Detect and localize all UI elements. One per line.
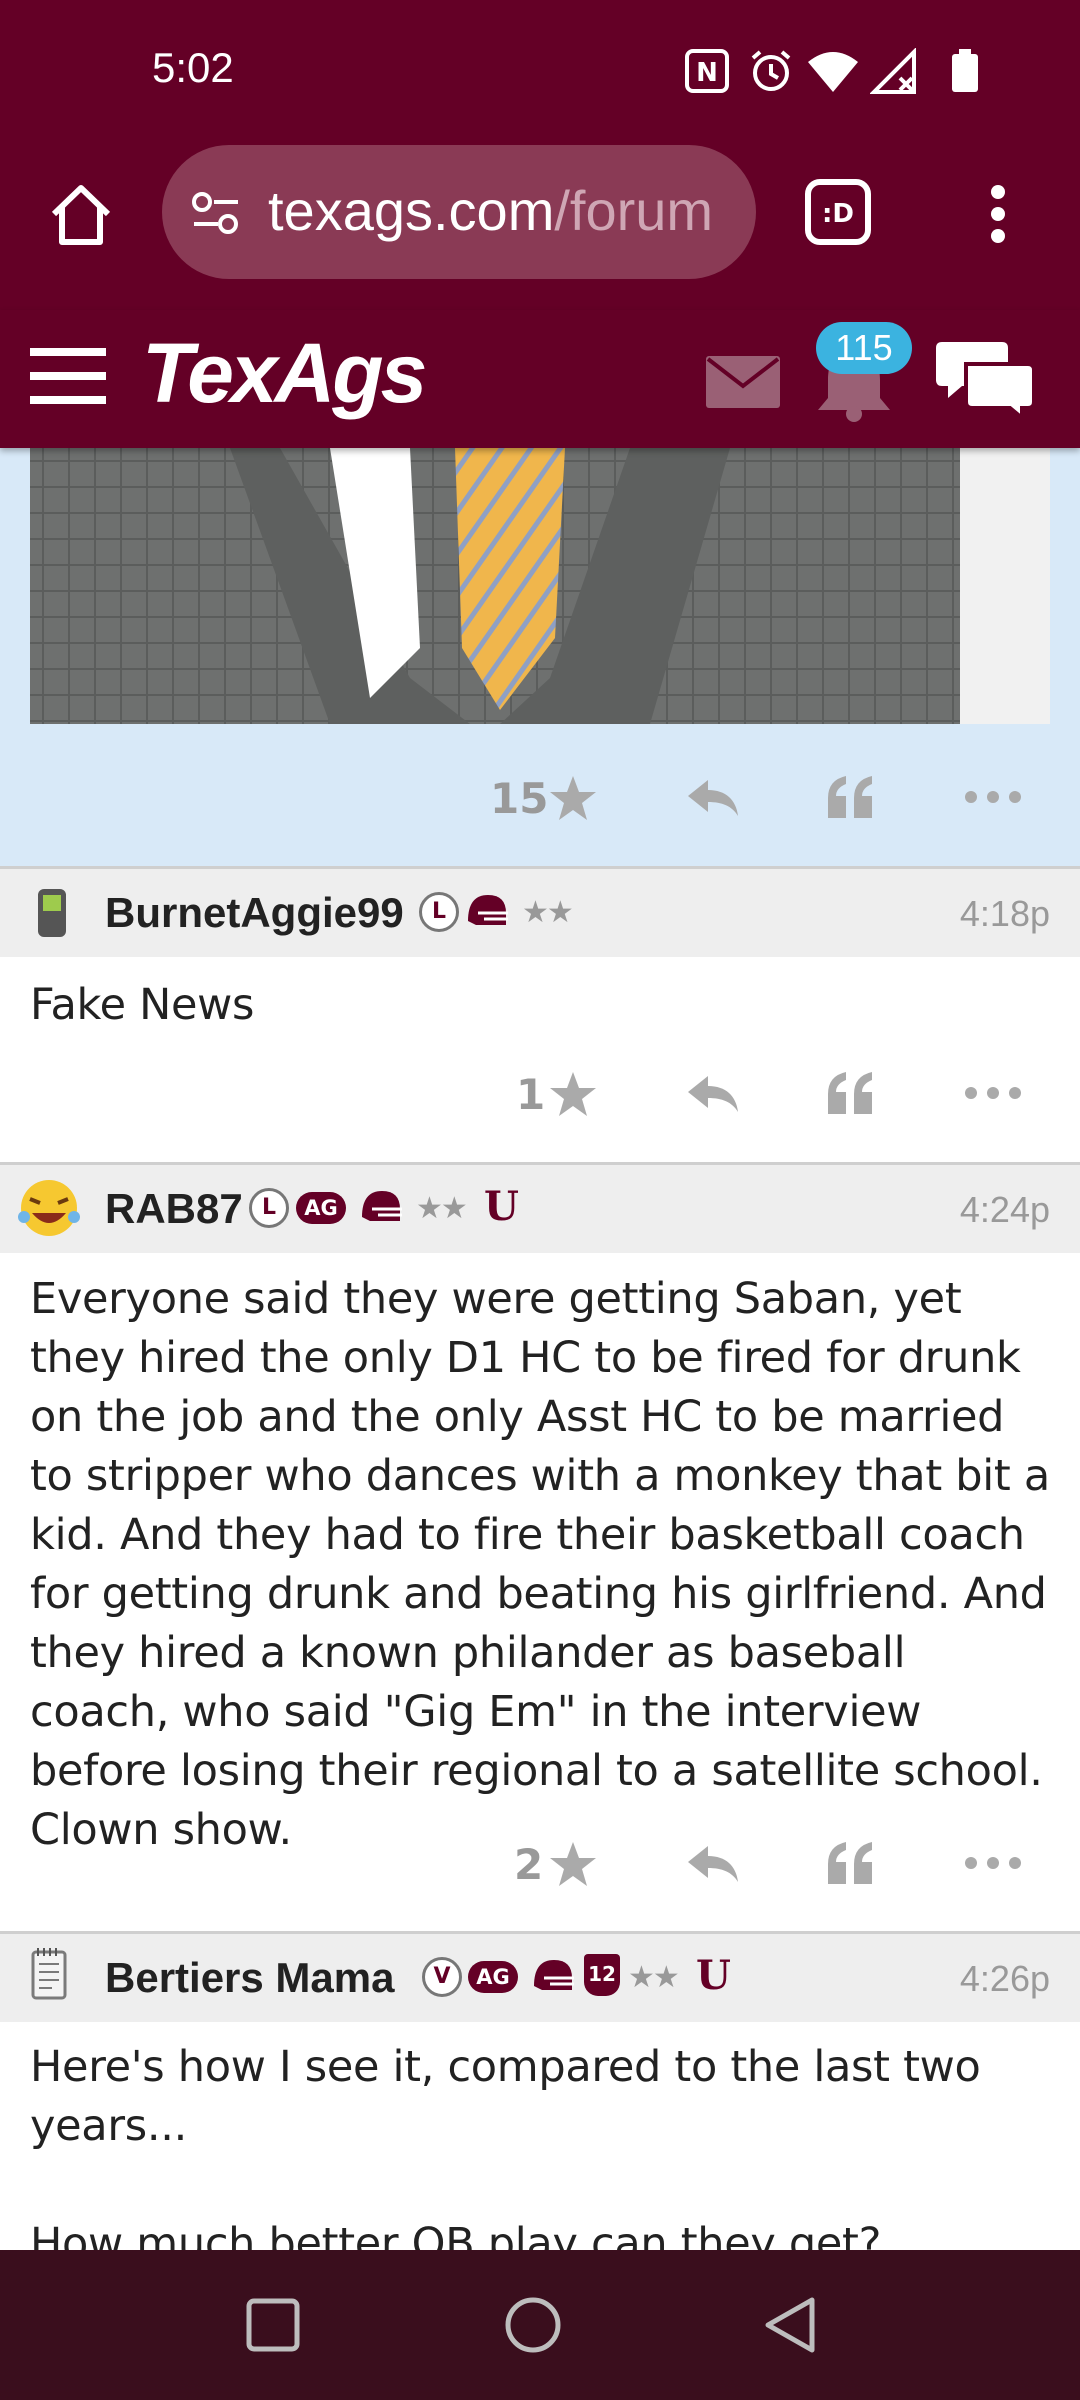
svg-text:N: N bbox=[696, 58, 718, 88]
reply-icon[interactable] bbox=[686, 1844, 740, 1884]
post-time: 4:18p bbox=[959, 893, 1050, 934]
username[interactable]: BurnetAggie99 bbox=[105, 889, 404, 937]
like-count: 15 bbox=[490, 774, 549, 823]
quote-icon[interactable] bbox=[826, 774, 874, 820]
like-count: 2 bbox=[514, 1840, 544, 1889]
alarm-icon bbox=[751, 50, 791, 91]
post-header: BurnetAggie99 L ★★ 4:18p bbox=[0, 866, 1080, 957]
post-time: 4:24p bbox=[959, 1189, 1050, 1230]
hamburger-menu-icon[interactable] bbox=[30, 346, 106, 406]
rank-stars: ★★ bbox=[416, 1191, 468, 1226]
rank-stars: ★★ bbox=[522, 895, 574, 930]
u-badge: U bbox=[484, 1183, 519, 1230]
helmet-icon bbox=[534, 1960, 574, 1990]
more-options-icon[interactable] bbox=[964, 1856, 1022, 1870]
helmet-icon bbox=[468, 895, 508, 925]
phone-avatar-icon bbox=[38, 889, 66, 937]
like-count: 1 bbox=[516, 1070, 546, 1119]
status-letter-badge: L bbox=[249, 1188, 289, 1228]
post-body-line: Here's how I see it, compared to the las… bbox=[30, 2042, 981, 2092]
site-logo[interactable]: TexAgs bbox=[142, 325, 427, 422]
post-header: Bertiers Mama V AG 12 ★★ U 4:26p bbox=[0, 1931, 1080, 2022]
post-actions: 1 bbox=[0, 1048, 1080, 1148]
site-settings-icon[interactable] bbox=[190, 190, 242, 236]
u-badge: U bbox=[696, 1952, 731, 1999]
url-domain: texags.com bbox=[268, 179, 555, 242]
star-icon[interactable] bbox=[548, 1840, 598, 1888]
post-actions: 2 bbox=[0, 1818, 1080, 1918]
back-button-icon[interactable] bbox=[762, 2296, 818, 2354]
notepad-avatar-icon bbox=[31, 1948, 67, 2000]
status-time: 5:02 bbox=[152, 44, 234, 91]
status-letter-badge: L bbox=[419, 892, 459, 932]
reply-icon[interactable] bbox=[686, 778, 740, 818]
home-icon[interactable] bbox=[46, 180, 116, 248]
signal-icon bbox=[870, 48, 916, 94]
post-body: Fake News bbox=[30, 980, 255, 1030]
username[interactable]: Bertiers Mama bbox=[105, 1954, 394, 2002]
post-body-line: How much better QB play can they get? bbox=[30, 2219, 882, 2250]
post-body-line: years... bbox=[30, 2101, 187, 2151]
star-icon[interactable] bbox=[548, 774, 598, 822]
post-actions: 15 bbox=[0, 752, 1080, 852]
url-text[interactable]: texags.com/forum bbox=[268, 178, 728, 243]
status-letter-badge: V bbox=[422, 1957, 462, 1997]
more-options-icon[interactable] bbox=[964, 790, 1022, 804]
post-time: 4:26p bbox=[959, 1958, 1050, 1999]
svg-text::D: :D bbox=[822, 199, 854, 229]
more-menu-icon[interactable] bbox=[986, 184, 1010, 244]
post-image bbox=[30, 448, 1050, 724]
chat-icon[interactable] bbox=[936, 338, 1036, 420]
quote-icon[interactable] bbox=[826, 1840, 874, 1886]
url-path: /forum bbox=[554, 179, 714, 242]
notifications-count-badge: 115 bbox=[816, 322, 912, 374]
battery-icon bbox=[952, 49, 978, 92]
username[interactable]: RAB87 bbox=[105, 1185, 243, 1233]
tab-switcher-icon[interactable]: :D bbox=[804, 178, 872, 246]
recents-button-icon[interactable] bbox=[246, 2298, 300, 2352]
ag-badge: AG bbox=[296, 1192, 346, 1224]
twelfth-man-badge: 12 bbox=[584, 1954, 620, 1996]
post-body: Everyone said they were getting Saban, y… bbox=[30, 1274, 1050, 1855]
quote-icon[interactable] bbox=[826, 1070, 874, 1116]
post-body: Here's how I see it, compared to the las… bbox=[30, 2038, 1055, 2250]
helmet-icon bbox=[362, 1191, 402, 1221]
reply-icon[interactable] bbox=[686, 1074, 740, 1114]
laughing-emoji-avatar-icon bbox=[18, 1180, 80, 1236]
ag-badge: AG bbox=[468, 1961, 518, 1993]
nfc-icon: N bbox=[685, 49, 729, 93]
mail-icon[interactable] bbox=[706, 356, 780, 408]
star-icon[interactable] bbox=[548, 1070, 598, 1118]
home-button-icon[interactable] bbox=[504, 2296, 562, 2354]
wifi-icon bbox=[808, 52, 858, 92]
post-header: RAB87 L AG ★★ U 4:24p bbox=[0, 1162, 1080, 1253]
rank-stars: ★★ bbox=[628, 1960, 680, 1995]
more-options-icon[interactable] bbox=[964, 1086, 1022, 1100]
